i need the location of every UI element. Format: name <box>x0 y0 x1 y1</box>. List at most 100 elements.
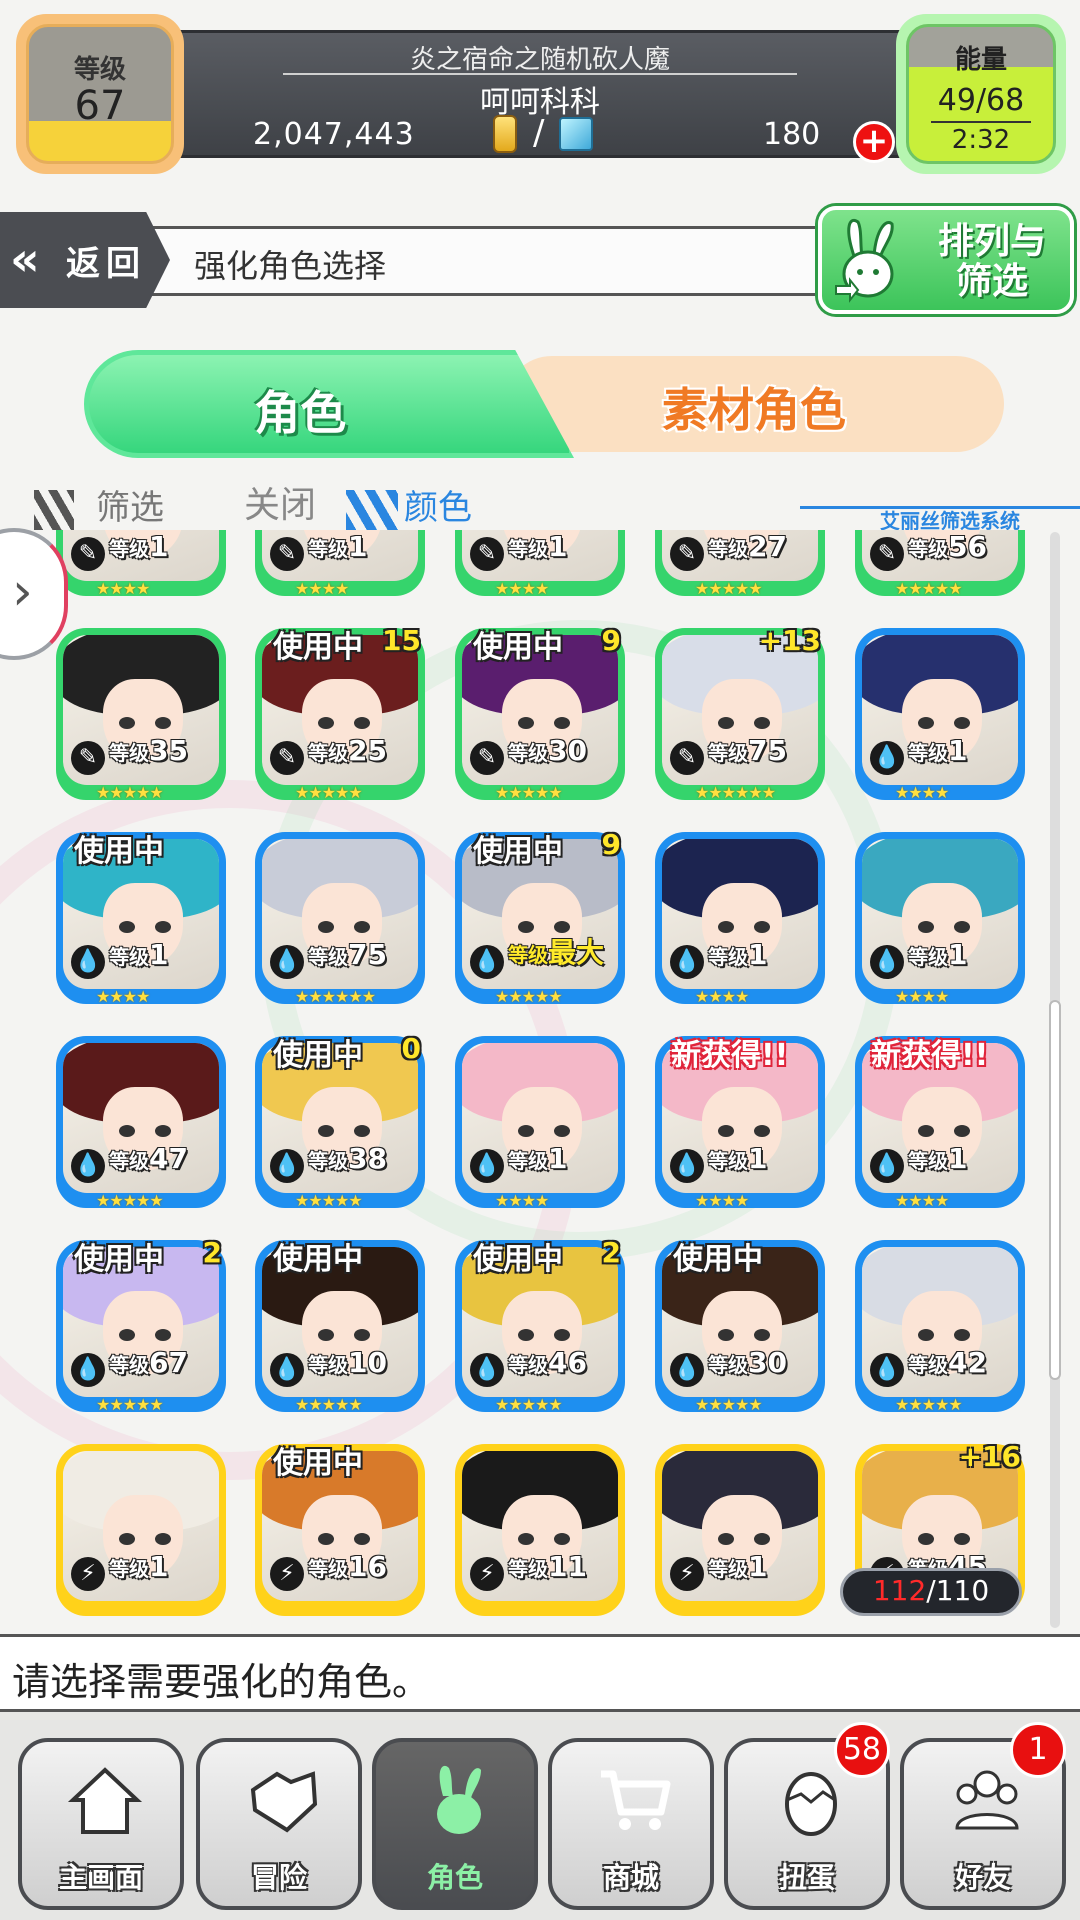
sort-filter-label: 排列与筛选 <box>937 221 1046 302</box>
portrait-eye <box>318 717 334 729</box>
rarity-stars: ★★★★ <box>895 987 949 1006</box>
nav-cart-button[interactable]: 商城 <box>548 1738 714 1910</box>
rarity-stars: ★★★★ <box>695 1191 749 1210</box>
character-card[interactable]: 💧 等级最大 ★★★★★ 使用中 9 <box>455 828 625 1006</box>
add-gems-button[interactable]: + <box>853 121 895 163</box>
filter-color-toggle[interactable]: 颜色 <box>404 480 472 529</box>
energy-badge[interactable]: 能量 49/68 2:32 <box>896 14 1066 174</box>
bonus-badge: 9 <box>601 828 621 861</box>
back-label: 返回 <box>66 244 146 284</box>
level-number: 16 <box>348 1550 387 1583</box>
rarity-stars: ★★★★★ <box>295 1395 363 1414</box>
portrait-eye <box>718 1533 734 1545</box>
level-number: 1 <box>348 530 368 563</box>
tab-label: 素材角色 <box>662 383 846 437</box>
character-card[interactable]: ✎ 等级1 ★★★★ <box>56 530 226 598</box>
scrollbar-thumb[interactable] <box>1049 1000 1061 1380</box>
nav-bunny-button[interactable]: 角色 <box>372 1738 538 1910</box>
level-prefix: 等级 <box>308 1149 348 1173</box>
character-card[interactable]: 💧 等级10 ★★★★★ 使用中 <box>255 1240 425 1414</box>
character-card[interactable]: ✎ 等级30 ★★★★★ 使用中 9 <box>455 624 625 802</box>
in-use-badge: 使用中 <box>473 630 563 665</box>
thunder-element-icon: ⚡ <box>270 1557 304 1591</box>
gold-coin-icon <box>493 115 517 153</box>
level-prefix: 等级 <box>308 741 348 765</box>
rarity-stars: ★★★★ <box>96 579 150 598</box>
level-number: 1 <box>748 1142 768 1175</box>
character-card[interactable]: 💧 等级42 ★★★★★ <box>855 1240 1025 1414</box>
filter-system-banner: 艾丽丝筛选系统 <box>800 506 1080 533</box>
rarity-stars: ★★★★★ <box>695 579 763 598</box>
portrait-eye <box>954 1329 970 1341</box>
character-portrait: ✎ 等级56 <box>862 530 1018 581</box>
in-use-badge: 使用中 <box>273 1446 363 1481</box>
character-card[interactable]: 💧 等级46 ★★★★★ 使用中 2 <box>455 1236 625 1414</box>
sort-filter-button[interactable]: 排列与筛选 <box>818 206 1074 314</box>
nav-handshake-button[interactable]: 冒险 <box>196 1738 362 1910</box>
rarity-stars: ★★★★★ <box>495 1395 563 1414</box>
thunder-element-icon: ⚡ <box>670 1557 704 1591</box>
character-card[interactable]: ✎ 等级1 ★★★★ <box>455 530 625 598</box>
character-level: 等级1 <box>308 530 367 563</box>
status-bar: 炎之宿命之随机砍人魔 呵呵科科 2,047,443 / 180 + 等级 67 … <box>0 0 1080 190</box>
level-number: 25 <box>348 734 387 767</box>
character-portrait: 💧 等级1 <box>662 839 818 989</box>
portrait-eye <box>554 1329 570 1341</box>
level-number: 1 <box>548 1142 568 1175</box>
character-card[interactable]: ✎ 等级56 ★★★★★ <box>855 530 1025 598</box>
character-card[interactable]: 💧 等级1 ★★★★ <box>855 628 1025 802</box>
portrait-eye <box>554 717 570 729</box>
character-card[interactable]: 💧 等级75 ★★★★★★ <box>255 832 425 1006</box>
character-portrait: 💧 等级47 <box>63 1043 219 1193</box>
stripe-decoration <box>34 490 74 530</box>
nav-egg-button[interactable]: 扭蛋 58 <box>724 1722 890 1910</box>
back-button[interactable]: « 返回 <box>0 212 170 308</box>
portrait-eye <box>718 1329 734 1341</box>
level-prefix: 等级 <box>308 1557 348 1581</box>
character-card[interactable]: ⚡ 等级1 <box>655 1444 825 1616</box>
character-card[interactable]: 💧 等级67 ★★★★★ 使用中 2 <box>56 1236 226 1414</box>
character-card[interactable]: 💧 等级1 ★★★★ 使用中 <box>56 832 226 1006</box>
portrait-eye <box>918 1329 934 1341</box>
character-card[interactable]: 💧 等级38 ★★★★★ 使用中 0 <box>255 1032 425 1210</box>
character-card[interactable]: 💧 等级1 ★★★★ 新获得!! <box>855 1036 1025 1210</box>
tab-characters[interactable]: 角色 <box>84 350 574 458</box>
character-grid: ✎ 等级1 ★★★★ ✎ 等级1 ★★★★ ✎ 等级1 ★★★★ ✎ 等级27 ★★★★★ ✎ 等级56 ★… <box>0 530 1080 1632</box>
rarity-stars: ★★★★★ <box>495 987 563 1006</box>
character-card[interactable]: 💧 等级30 ★★★★★ 使用中 <box>655 1240 825 1414</box>
capacity-max: 110 <box>935 1574 990 1607</box>
notification-badge: 58 <box>833 1722 890 1778</box>
character-card[interactable]: ⚡ 等级1 <box>56 1444 226 1616</box>
bunny-icon <box>835 219 894 303</box>
tab-material-characters[interactable]: 素材角色 <box>504 356 1004 452</box>
level-prefix: 等级 <box>708 537 748 561</box>
character-card[interactable]: ✎ 等级75 ★★★★★★ +13 <box>655 624 825 802</box>
bottom-navigation: 主画面 冒险 角色 商城 扭蛋 58 好友 1 <box>0 1712 1080 1920</box>
level-number: 47 <box>149 1142 188 1175</box>
character-card[interactable]: 💧 等级1 ★★★★ 新获得!! <box>655 1036 825 1210</box>
character-card[interactable]: ⚡ 等级11 <box>455 1444 625 1616</box>
character-card[interactable]: ✎ 等级35 ★★★★★ <box>56 628 226 802</box>
character-card[interactable]: ✎ 等级1 ★★★★ <box>255 530 425 598</box>
instruction-text: 请选择需要强化的角色。 <box>12 1660 431 1704</box>
nav-label: 扭蛋 <box>778 1861 835 1894</box>
character-portrait: ✎ 等级1 <box>63 530 219 581</box>
filter-off-toggle[interactable]: 关闭 <box>244 476 316 528</box>
character-card[interactable]: 💧 等级1 ★★★★ <box>855 832 1025 1006</box>
character-card[interactable]: 💧 等级47 ★★★★★ <box>56 1036 226 1210</box>
portrait-eye <box>954 1125 970 1137</box>
wind-element-icon: ✎ <box>470 537 504 571</box>
bunny-icon <box>419 1760 499 1840</box>
character-level: 等级46 <box>508 1346 587 1379</box>
nav-home-button[interactable]: 主画面 <box>18 1738 184 1910</box>
character-card[interactable]: ⚡ 等级16 使用中 <box>255 1444 425 1616</box>
cart-icon <box>595 1760 675 1840</box>
portrait-eye <box>119 921 135 933</box>
character-card[interactable]: ✎ 等级25 ★★★★★ 使用中 15 <box>255 624 425 802</box>
filter-row: 筛选 关闭 颜色 艾丽丝筛选系统 <box>0 474 1080 533</box>
character-card[interactable]: 💧 等级1 ★★★★ <box>655 832 825 1006</box>
character-card[interactable]: 💧 等级1 ★★★★ <box>455 1036 625 1210</box>
portrait-eye <box>954 1533 970 1545</box>
nav-friends-button[interactable]: 好友 1 <box>900 1722 1066 1910</box>
character-card[interactable]: ✎ 等级27 ★★★★★ <box>655 530 825 598</box>
